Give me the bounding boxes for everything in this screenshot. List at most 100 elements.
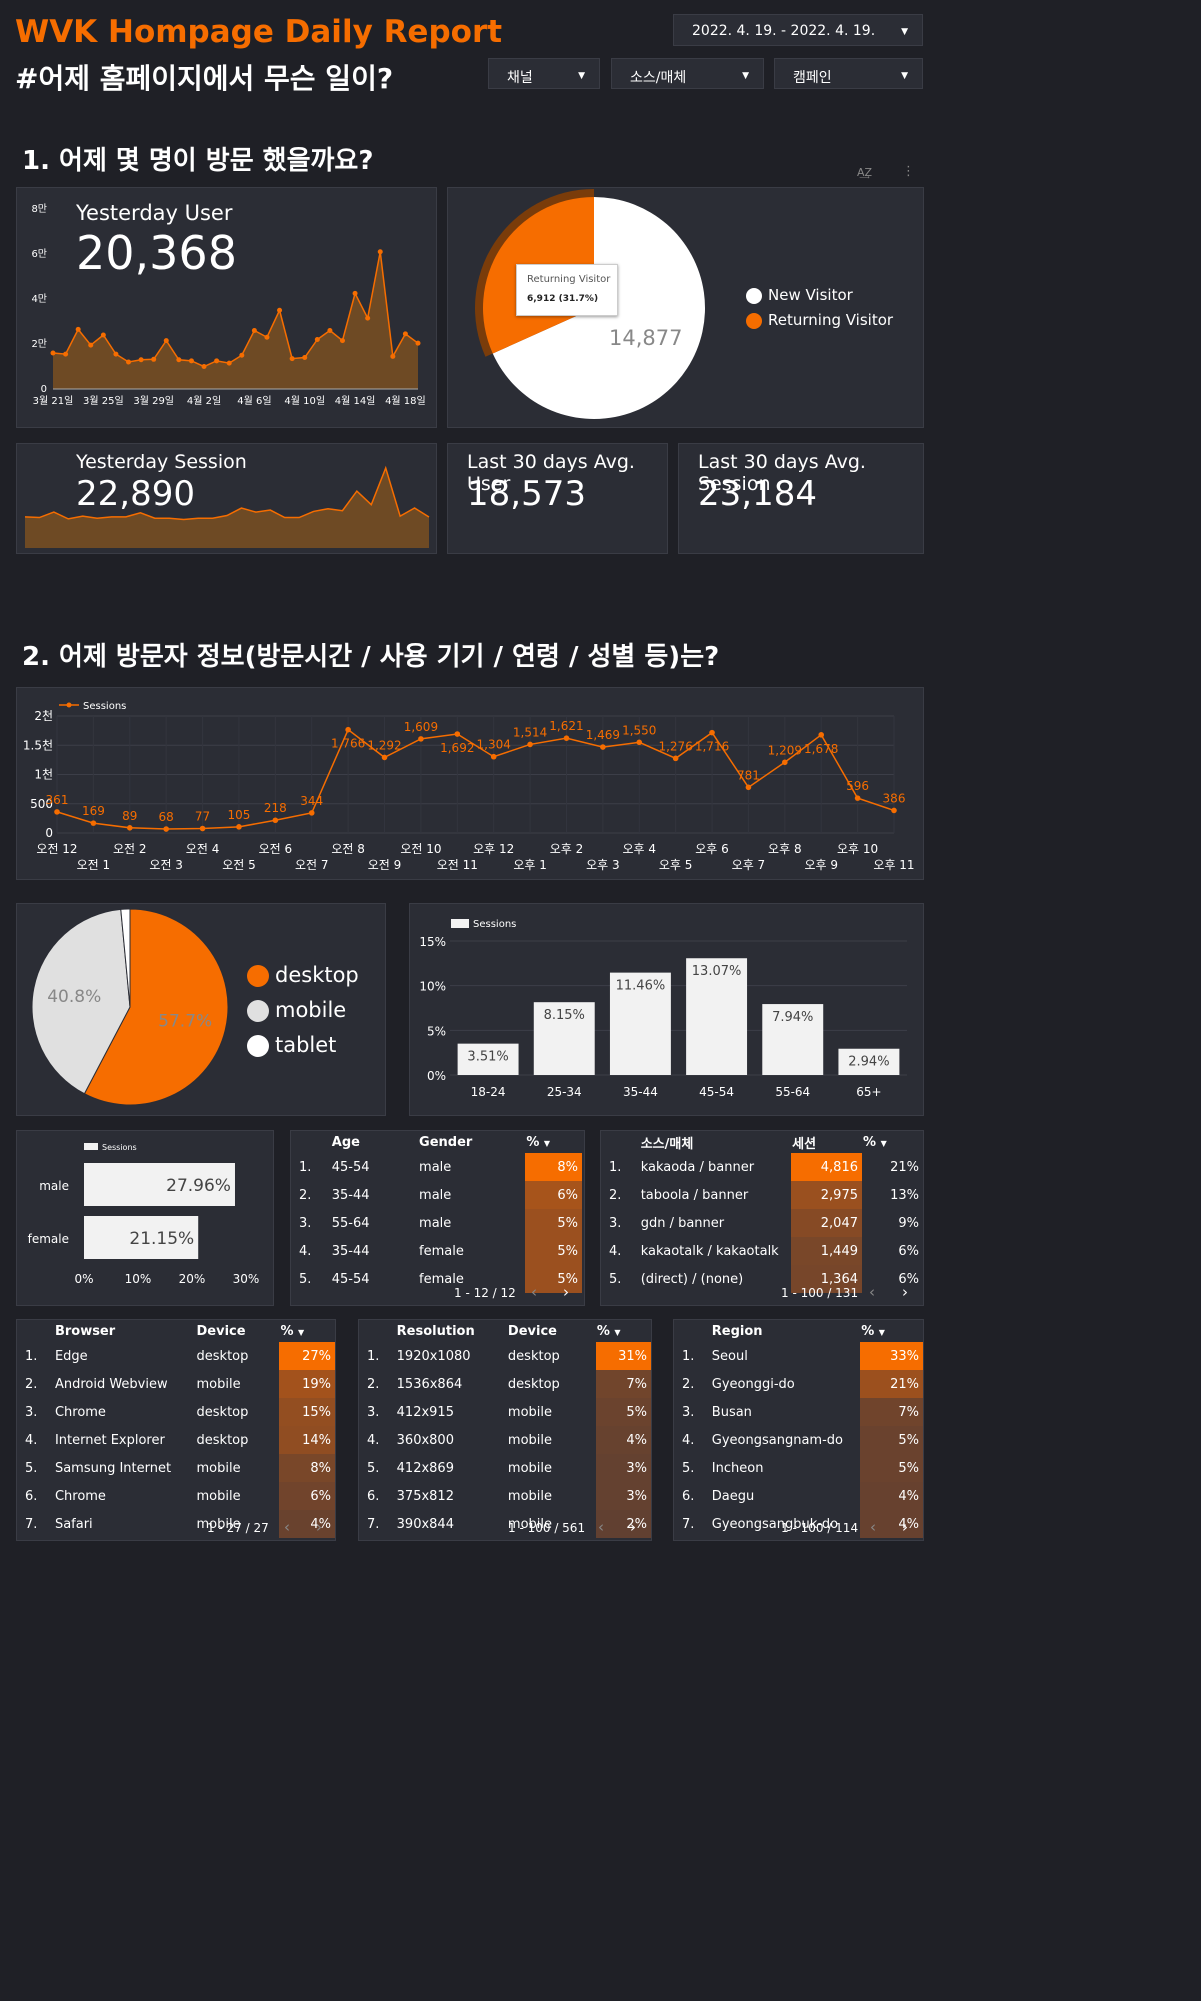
- table-cell-a: 390x844: [396, 1516, 454, 1532]
- col-header-resolution[interactable]: Resolution: [396, 1320, 507, 1342]
- prev-page-icon[interactable]: ‹: [869, 1283, 875, 1301]
- table-row[interactable]: 5. 45-54 female 5%: [291, 1265, 584, 1293]
- data-point: [308, 810, 315, 816]
- table-row[interactable]: 3. Busan 7%: [674, 1398, 923, 1426]
- sort-desc-icon: ▼: [298, 1327, 305, 1337]
- table-row[interactable]: 2. 35-44 male 6%: [291, 1181, 584, 1209]
- prev-page-icon[interactable]: ‹: [531, 1283, 537, 1301]
- data-point: [672, 755, 679, 762]
- next-page-icon[interactable]: ›: [316, 1518, 322, 1536]
- avg-session-value: 23,184: [698, 474, 817, 514]
- x-tick-label: 20%: [179, 1272, 206, 1286]
- table-row[interactable]: 4. Gyeongsangnam-do 5%: [674, 1426, 923, 1454]
- data-label: 105: [228, 808, 251, 822]
- table-row[interactable]: 1. kakaoda / banner 4,816 21%: [601, 1153, 923, 1181]
- table-row[interactable]: 6. Daegu 4%: [674, 1482, 923, 1510]
- table-cell-p: 7%: [860, 1398, 923, 1426]
- legend-mobile-label: mobile: [275, 998, 347, 1022]
- x-tick-label: 오전 5: [222, 858, 256, 872]
- table-row[interactable]: 5. 412x869 mobile 3%: [359, 1454, 651, 1482]
- col-header-device[interactable]: Device: [507, 1320, 596, 1342]
- data-point: [277, 307, 283, 313]
- table-row[interactable]: 3. 412x915 mobile 5%: [359, 1398, 651, 1426]
- filter-source-medium[interactable]: 소스/매체 ▼: [611, 58, 764, 89]
- prev-page-icon[interactable]: ‹: [598, 1518, 604, 1536]
- table-row[interactable]: 3. 55-64 male 5%: [291, 1209, 584, 1237]
- table-cell-p: 15%: [279, 1398, 335, 1426]
- col-header-device[interactable]: Device: [196, 1320, 280, 1342]
- table-row[interactable]: 7. 390x844 mobile 2%: [359, 1510, 651, 1538]
- col-header-browser[interactable]: Browser: [54, 1320, 196, 1342]
- table-row[interactable]: 5. Incheon 5%: [674, 1454, 923, 1482]
- col-header-pct[interactable]: % ▼: [860, 1320, 923, 1342]
- table-row[interactable]: 3. gdn / banner 2,047 9%: [601, 1209, 923, 1237]
- table-cell-b: 2,975: [791, 1181, 862, 1209]
- table-row[interactable]: 4. 35-44 female 5%: [291, 1237, 584, 1265]
- table-row[interactable]: 1. Edge desktop 27%: [17, 1342, 335, 1370]
- col-header-age[interactable]: Age: [331, 1131, 418, 1153]
- table-row[interactable]: 6. Chrome mobile 6%: [17, 1482, 335, 1510]
- filter-channel[interactable]: 채널 ▼: [488, 58, 600, 89]
- table-row[interactable]: 1. Seoul 33%: [674, 1342, 923, 1370]
- next-page-icon[interactable]: ›: [902, 1283, 908, 1301]
- new-visitor-value-label: 14,877: [609, 326, 683, 350]
- next-page-icon[interactable]: ›: [902, 1518, 908, 1536]
- table-row[interactable]: 4. 360x800 mobile 4%: [359, 1426, 651, 1454]
- table-row[interactable]: 4. kakaotalk / kakaotalk 1,449 6%: [601, 1237, 923, 1265]
- next-page-icon[interactable]: ›: [563, 1283, 569, 1301]
- col-header-pct[interactable]: % ▼: [525, 1131, 582, 1153]
- data-label: 89: [122, 809, 137, 823]
- data-label: 1,766: [331, 737, 365, 751]
- legend-tablet-label: tablet: [275, 1033, 337, 1057]
- table-cell-a: 35-44: [331, 1243, 370, 1259]
- table-row[interactable]: 6. 375x812 mobile 3%: [359, 1482, 651, 1510]
- table-cell-p: 33%: [860, 1342, 923, 1370]
- section1-title: 1. 어제 몇 명이 방문 했을까요?: [22, 146, 374, 176]
- filter-campaign[interactable]: 캠페인 ▼: [774, 58, 923, 89]
- col-header-sessions[interactable]: 세션: [791, 1131, 862, 1153]
- table-cell-n: 2.: [682, 1376, 695, 1392]
- table-row[interactable]: 5. Samsung Internet mobile 8%: [17, 1454, 335, 1482]
- x-tick-label: 4월 2일: [187, 395, 221, 407]
- table-row[interactable]: 1. 1920x1080 desktop 31%: [359, 1342, 651, 1370]
- col-header-pct[interactable]: % ▼: [279, 1320, 335, 1342]
- col-header-region[interactable]: Region: [711, 1320, 860, 1342]
- table-cell-p: 7%: [595, 1370, 651, 1398]
- col-header-pct-label: %: [863, 1134, 877, 1150]
- x-tick-label: 오후 6: [695, 842, 729, 856]
- report-title: WVK Hompage Daily Report: [15, 14, 503, 50]
- col-header-gender[interactable]: Gender: [418, 1131, 525, 1153]
- table-row[interactable]: 3. Chrome desktop 15%: [17, 1398, 335, 1426]
- table-cell-b: male: [419, 1159, 452, 1175]
- table-row[interactable]: 2. Gyeonggi-do 21%: [674, 1370, 923, 1398]
- table-cell-a: 35-44: [331, 1187, 370, 1203]
- x-tick-label: 오전 8: [331, 842, 365, 856]
- x-tick-label: 0%: [74, 1272, 93, 1286]
- col-header-pct[interactable]: % ▼: [862, 1131, 923, 1153]
- table-row[interactable]: 4. Internet Explorer desktop 14%: [17, 1426, 335, 1454]
- sort-icon[interactable]: A͢Z: [857, 166, 872, 179]
- next-page-icon[interactable]: ›: [630, 1518, 636, 1536]
- table-row[interactable]: 2. Android Webview mobile 19%: [17, 1370, 335, 1398]
- data-point: [745, 784, 752, 791]
- x-tick-label: 3월 21일: [33, 395, 74, 407]
- date-range-picker[interactable]: 2022. 4. 19. - 2022. 4. 19. ▼: [673, 14, 923, 46]
- table-cell-p: 6%: [898, 1243, 919, 1259]
- table-row[interactable]: 1. 45-54 male 8%: [291, 1153, 584, 1181]
- table-row[interactable]: 2. 1536x864 desktop 7%: [359, 1370, 651, 1398]
- table-cell-a: 1920x1080: [396, 1348, 471, 1364]
- x-tick-label: 오후 3: [586, 858, 620, 872]
- data-point: [314, 337, 320, 342]
- col-header-source[interactable]: 소스/매체: [640, 1131, 791, 1153]
- prev-page-icon[interactable]: ‹: [870, 1518, 876, 1536]
- col-header-pct[interactable]: % ▼: [596, 1320, 651, 1342]
- table-row[interactable]: 2. taboola / banner 2,975 13%: [601, 1181, 923, 1209]
- prev-page-icon[interactable]: ‹: [284, 1518, 290, 1536]
- table-cell-b: female: [419, 1243, 464, 1259]
- more-options-icon[interactable]: ⋮: [902, 164, 915, 179]
- tooltip-title: Returning Visitor: [527, 274, 611, 285]
- x-tick-label: 10%: [125, 1272, 152, 1286]
- age-bar-chart: 0% 5% 10% 15% Sessions 3.51% 18-24 8.15% 25-34 11…: [419, 919, 907, 1099]
- x-tick-label: 35-44: [623, 1085, 658, 1099]
- data-point: [226, 360, 232, 366]
